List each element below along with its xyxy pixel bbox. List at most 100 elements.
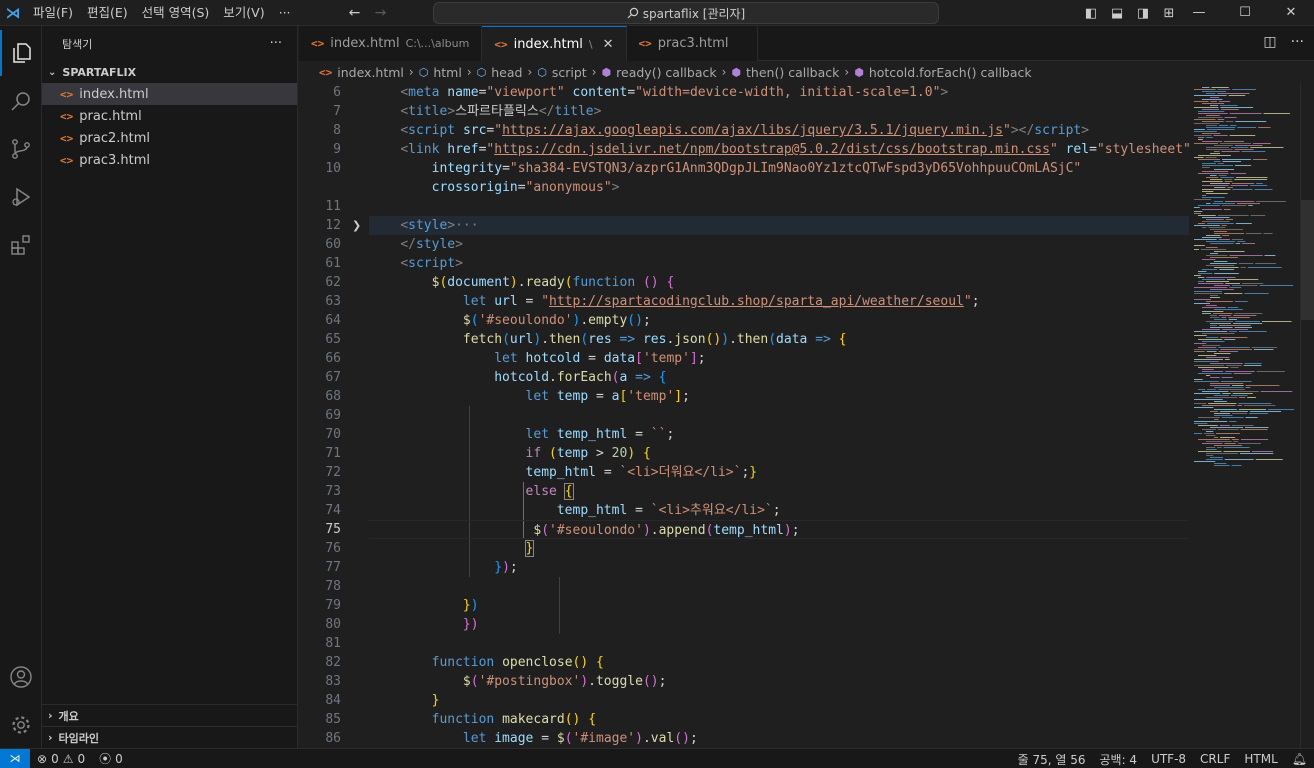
remote-indicator-icon[interactable]: ⋊ bbox=[0, 748, 30, 768]
command-center-search[interactable]: spartaflix [관리자] bbox=[433, 2, 939, 24]
minimap-line bbox=[1217, 215, 1249, 216]
code-line: }) bbox=[462, 617, 479, 632]
file-item-prac2-html[interactable]: <> prac2.html bbox=[42, 127, 297, 149]
fold-chevron-icon[interactable]: ❯ bbox=[352, 216, 364, 235]
menu-edit[interactable]: 편집(E) bbox=[80, 0, 135, 26]
explorer-more-button[interactable]: ··· bbox=[270, 36, 282, 51]
search-view-icon[interactable] bbox=[0, 78, 42, 124]
code-editor[interactable]: 6 7 8 9 10 11 12 ❯ 60 61 62 63 64 65 66 … bbox=[299, 83, 1314, 748]
breadcrumb-item[interactable]: then() callback bbox=[746, 65, 839, 80]
close-window-button[interactable]: ✕ bbox=[1268, 0, 1314, 26]
warning-count: 0 bbox=[77, 751, 86, 766]
file-item-prac3-html[interactable]: <> prac3.html bbox=[42, 149, 297, 171]
minimap-line bbox=[1242, 243, 1256, 244]
encoding[interactable]: UTF-8 bbox=[1144, 752, 1193, 766]
menu-more[interactable]: ··· bbox=[272, 0, 298, 26]
source-control-icon[interactable] bbox=[0, 126, 42, 172]
language-mode[interactable]: HTML bbox=[1237, 752, 1284, 766]
minimap-line bbox=[1214, 231, 1228, 232]
code-line: }); bbox=[494, 560, 518, 575]
minimap[interactable] bbox=[1190, 83, 1300, 748]
tab-index-html-album[interactable]: <> index.html C:\...\album bbox=[299, 26, 483, 61]
extensions-icon[interactable] bbox=[0, 222, 42, 268]
minimap-line bbox=[1245, 417, 1258, 418]
menu-file[interactable]: 파일(F) bbox=[26, 0, 80, 26]
toggle-secondary-sidebar-icon[interactable]: ◨ bbox=[1130, 6, 1156, 21]
tab-index-html-active[interactable]: <> index.html \ ✕ bbox=[482, 26, 627, 61]
line-number: 80 bbox=[325, 617, 341, 632]
vertical-scrollbar[interactable] bbox=[1300, 83, 1314, 748]
account-icon[interactable] bbox=[0, 654, 42, 700]
layout-controls: ◧ ⬓ ◨ ⊞ bbox=[1078, 0, 1182, 26]
minimap-line bbox=[1194, 433, 1202, 434]
close-tab-icon[interactable]: ✕ bbox=[603, 37, 614, 52]
more-actions-icon[interactable]: ··· bbox=[1291, 34, 1304, 50]
breadcrumb-item[interactable]: head bbox=[491, 65, 522, 80]
toggle-panel-icon[interactable]: ⬓ bbox=[1104, 6, 1130, 21]
maximize-button[interactable]: ☐ bbox=[1222, 0, 1268, 26]
breadcrumb-item[interactable]: ready() callback bbox=[616, 65, 716, 80]
explorer-icon[interactable] bbox=[0, 30, 42, 76]
minimap-line bbox=[1223, 209, 1231, 210]
minimap-line bbox=[1198, 277, 1205, 278]
minimap-line bbox=[1220, 381, 1252, 382]
breadcrumb-item[interactable]: index.html bbox=[337, 65, 404, 80]
minimap-line bbox=[1194, 291, 1222, 292]
end-of-line[interactable]: CRLF bbox=[1193, 752, 1237, 766]
minimap-line bbox=[1237, 127, 1257, 128]
minimap-line bbox=[1210, 257, 1238, 258]
problems-indicator[interactable]: ⊗ 0 ⚠ 0 bbox=[30, 752, 92, 766]
minimap-line bbox=[1235, 121, 1267, 122]
vscode-window: ⋊ 파일(F) 편집(E) 선택 영역(S) 보기(V) ··· ← → spa… bbox=[0, 0, 1314, 768]
tab-label: prac3.html bbox=[657, 36, 729, 51]
file-item-prac-html[interactable]: <> prac.html bbox=[42, 105, 297, 127]
minimap-line bbox=[1202, 279, 1225, 280]
minimap-line bbox=[1250, 147, 1284, 148]
minimap-line bbox=[1220, 411, 1248, 412]
file-item-index-html[interactable]: <> index.html bbox=[42, 83, 297, 105]
folder-spartaflix[interactable]: ⌄ SPARTAFLIX bbox=[42, 61, 297, 83]
minimap-line bbox=[1228, 95, 1246, 96]
cursor-position[interactable]: 줄 75, 열 56 bbox=[1011, 751, 1093, 768]
minimap-line bbox=[1258, 127, 1271, 128]
minimap-line bbox=[1206, 193, 1228, 194]
split-editor-icon[interactable]: ◫ bbox=[1263, 34, 1276, 50]
timeline-section[interactable]: › 타임라인 bbox=[42, 726, 297, 748]
minimap-line bbox=[1231, 183, 1255, 184]
menu-selection[interactable]: 선택 영역(S) bbox=[135, 0, 217, 26]
minimap-line bbox=[1214, 251, 1245, 252]
minimap-line bbox=[1226, 365, 1242, 366]
minimap-line bbox=[1237, 405, 1243, 406]
minimap-line bbox=[1245, 387, 1251, 388]
breadcrumb-item[interactable]: html bbox=[433, 65, 461, 80]
breadcrumb-item[interactable]: hotcold.forEach() callback bbox=[869, 65, 1032, 80]
minimap-line bbox=[1206, 203, 1211, 204]
minimap-line bbox=[1214, 273, 1239, 274]
settings-gear-icon[interactable] bbox=[0, 702, 42, 748]
minimap-line bbox=[1202, 237, 1222, 238]
minimap-line bbox=[1207, 223, 1234, 224]
indentation[interactable]: 공백: 4 bbox=[1092, 751, 1144, 768]
minimap-line bbox=[1206, 265, 1235, 266]
toggle-sidebar-icon[interactable]: ◧ bbox=[1078, 6, 1104, 21]
forward-arrow-icon[interactable]: → bbox=[368, 5, 394, 21]
run-debug-icon[interactable] bbox=[0, 174, 42, 220]
outline-section[interactable]: › 개요 bbox=[42, 704, 297, 726]
tab-prac3-html[interactable]: <> prac3.html bbox=[626, 26, 758, 61]
scrollbar-thumb[interactable] bbox=[1301, 200, 1314, 320]
back-arrow-icon[interactable]: ← bbox=[342, 5, 368, 21]
menu-view[interactable]: 보기(V) bbox=[216, 0, 271, 26]
ports-indicator[interactable]: ⦿ 0 bbox=[92, 750, 130, 767]
minimap-line bbox=[1206, 241, 1236, 242]
line-number: 78 bbox=[325, 579, 341, 594]
notifications-bell-icon[interactable]: 🔔︎ bbox=[1285, 752, 1314, 766]
minimap-line bbox=[1194, 343, 1207, 344]
minimap-line bbox=[1261, 321, 1292, 322]
code-area[interactable]: <meta name="viewport" content="width=dev… bbox=[369, 83, 1191, 748]
minimap-line bbox=[1202, 167, 1210, 168]
broadcast-icon: ⦿ bbox=[99, 752, 112, 766]
minimize-button[interactable]: — bbox=[1176, 0, 1222, 26]
minimap-line bbox=[1247, 267, 1282, 268]
minimap-line bbox=[1243, 365, 1262, 366]
breadcrumb-item[interactable]: script bbox=[552, 65, 587, 80]
